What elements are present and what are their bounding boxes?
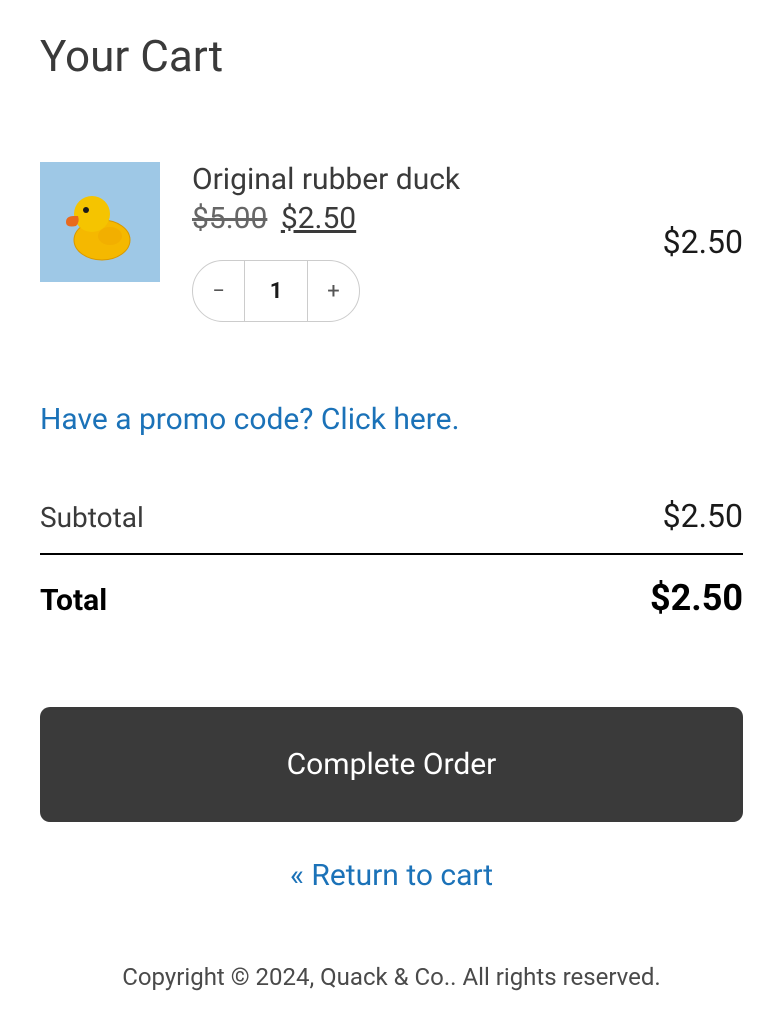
subtotal-value: $2.50 — [663, 497, 743, 535]
order-summary: Subtotal $2.50 Total $2.50 — [40, 485, 743, 637]
price-line: $5.00 $2.50 — [192, 201, 631, 236]
product-image — [40, 162, 160, 282]
footer-text: Copyright © 2024, Quack & Co.. All right… — [40, 963, 743, 991]
quantity-value: 1 — [245, 279, 307, 304]
page-title: Your Cart — [40, 30, 743, 82]
total-row: Total $2.50 — [40, 555, 743, 637]
total-label: Total — [40, 583, 107, 618]
duck-icon — [40, 162, 160, 282]
product-details: Original rubber duck $5.00 $2.50 − 1 + — [192, 162, 631, 322]
product-name: Original rubber duck — [192, 162, 631, 197]
quantity-stepper: − 1 + — [192, 260, 360, 322]
quantity-decrement-button[interactable]: − — [193, 261, 245, 321]
promo-code-link[interactable]: Have a promo code? Click here. — [40, 402, 743, 437]
cart-item: Original rubber duck $5.00 $2.50 − 1 + $… — [40, 162, 743, 322]
price-sale: $2.50 — [281, 201, 356, 236]
quantity-increment-button[interactable]: + — [307, 261, 359, 321]
return-to-cart-link[interactable]: « Return to cart — [40, 858, 743, 893]
price-original: $5.00 — [192, 201, 267, 236]
subtotal-label: Subtotal — [40, 501, 144, 534]
line-total: $2.50 — [663, 223, 743, 261]
total-value: $2.50 — [650, 577, 743, 619]
subtotal-row: Subtotal $2.50 — [40, 485, 743, 555]
complete-order-button[interactable]: Complete Order — [40, 707, 743, 822]
